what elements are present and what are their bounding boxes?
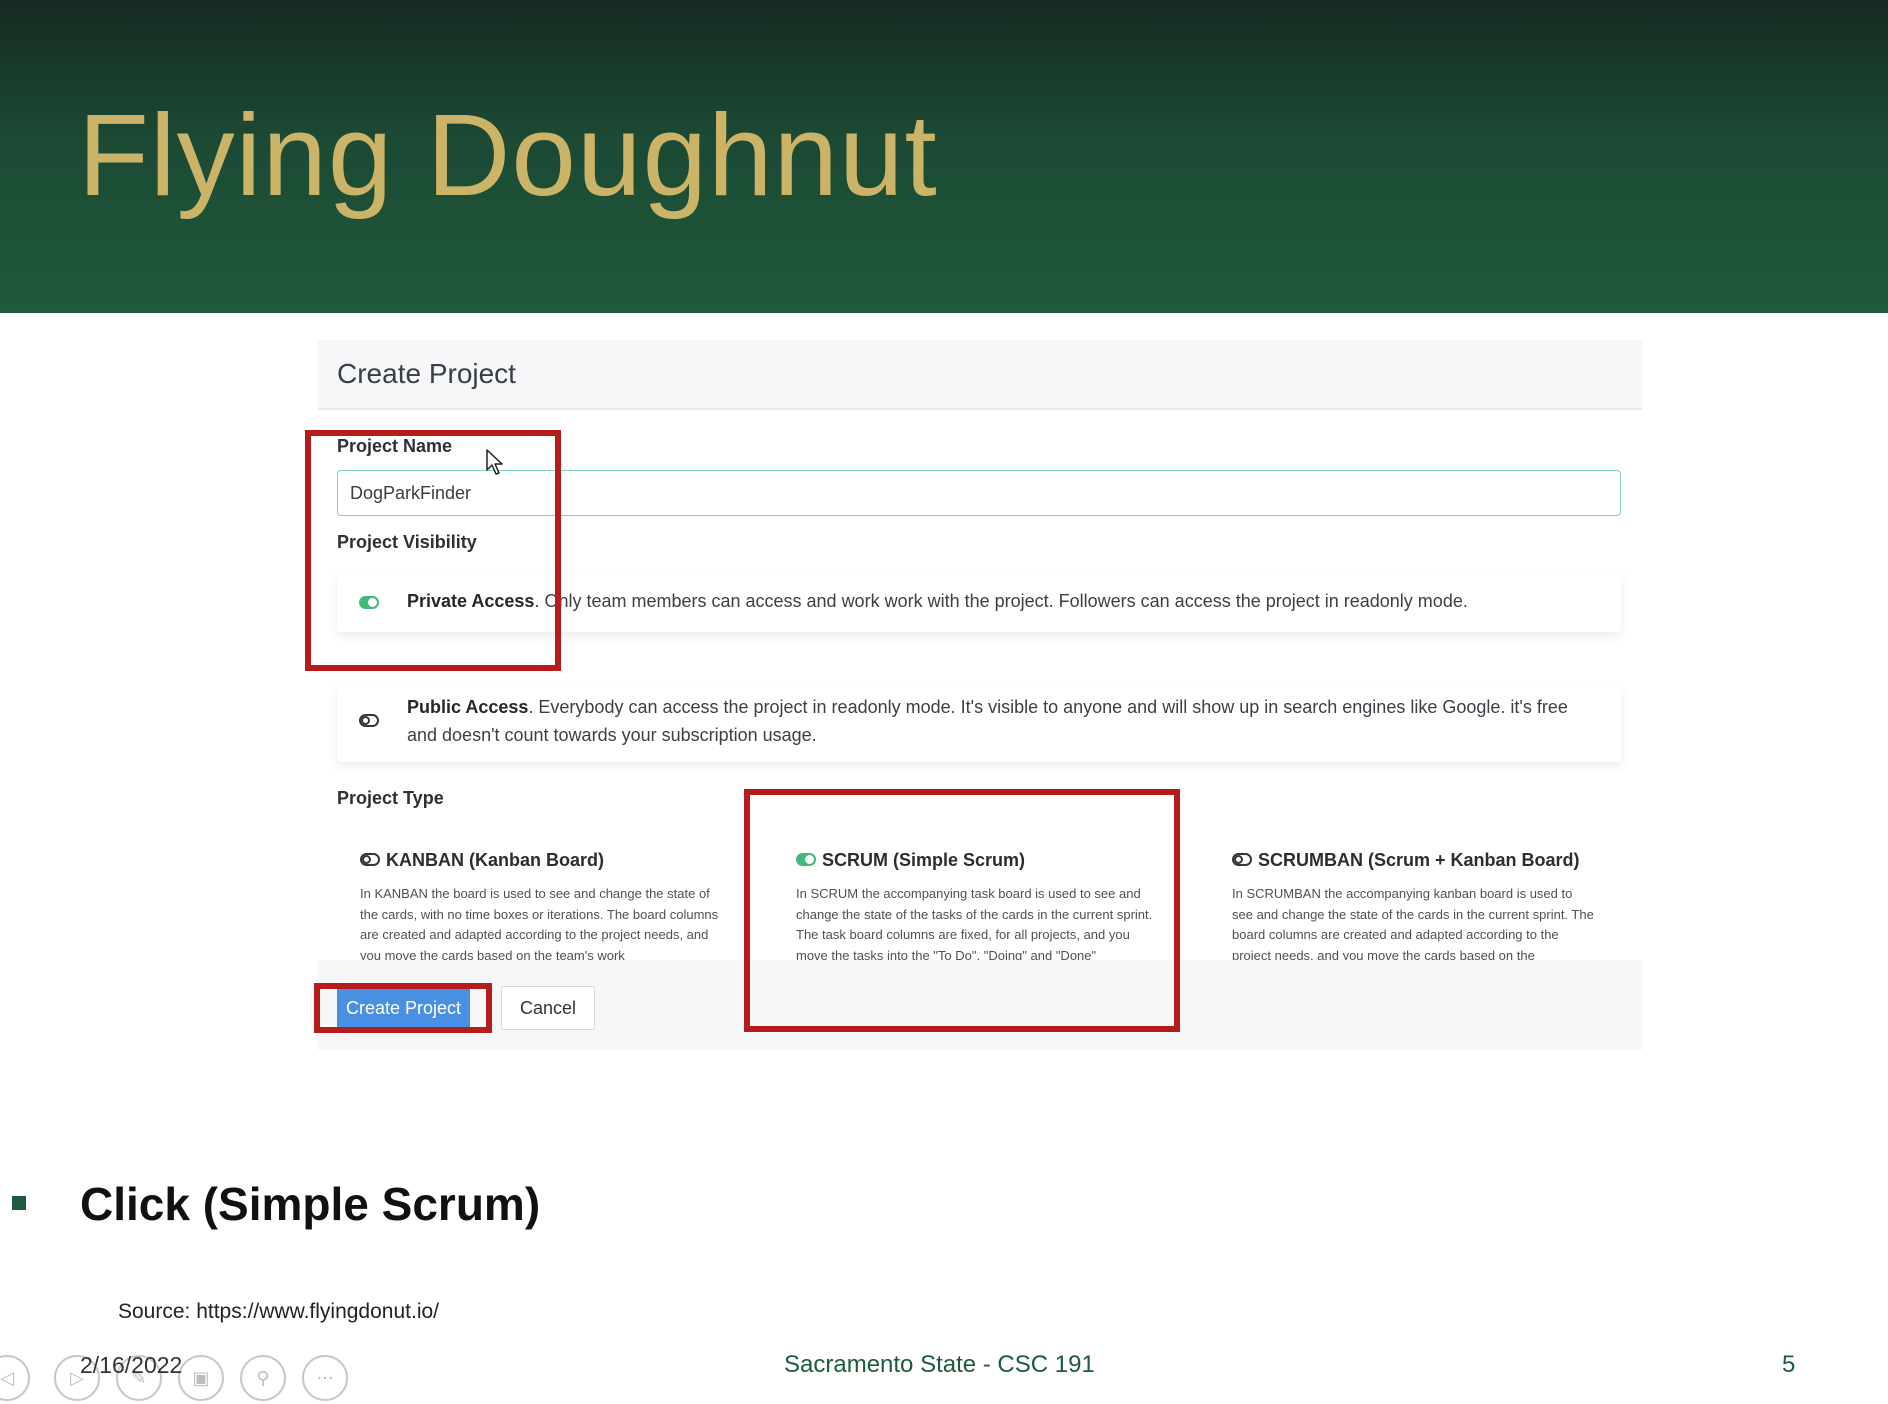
slides-icon[interactable]: ▣ bbox=[178, 1355, 224, 1401]
visibility-public-text: Public Access. Everybody can access the … bbox=[407, 693, 1597, 749]
type-scrumban-desc: In SCRUMBAN the accompanying kanban boar… bbox=[1232, 886, 1594, 963]
footer-date: 2/16/2022 bbox=[80, 1352, 183, 1378]
slide-header: Flying Doughnut bbox=[0, 0, 1888, 313]
project-type-label: Project Type bbox=[337, 788, 444, 808]
type-kanban-title-text: KANBAN (Kanban Board) bbox=[386, 850, 604, 870]
visibility-public-desc: . Everybody can access the project in re… bbox=[407, 697, 1568, 745]
highlight-scrum-box bbox=[744, 789, 1180, 1032]
previous-icon[interactable]: ◁ bbox=[0, 1355, 30, 1401]
visibility-private-text: Private Access. Only team members can ac… bbox=[407, 587, 1468, 615]
toggle-off-icon[interactable] bbox=[359, 714, 379, 727]
toggle-off-icon[interactable] bbox=[1232, 853, 1252, 866]
visibility-option-public[interactable]: Public Access. Everybody can access the … bbox=[337, 686, 1621, 762]
source-citation: Source: https://www.flyingdonut.io/ bbox=[118, 1300, 439, 1323]
slide-number: 5 bbox=[1782, 1351, 1796, 1378]
type-scrumban-title-text: SCRUMBAN (Scrum + Kanban Board) bbox=[1258, 850, 1580, 870]
type-kanban-desc: In KANBAN the board is used to see and c… bbox=[360, 886, 719, 963]
mouse-cursor-icon bbox=[486, 449, 503, 475]
panel-header: Create Project bbox=[318, 340, 1642, 410]
visibility-public-title: Public Access bbox=[407, 697, 529, 717]
more-icon[interactable]: ··· bbox=[302, 1355, 348, 1401]
slide-title: Flying Doughnut bbox=[78, 90, 938, 220]
highlight-create-button-box bbox=[314, 983, 492, 1033]
type-kanban-title: KANBAN (Kanban Board) bbox=[360, 850, 604, 871]
type-option-kanban[interactable]: KANBAN (Kanban Board) In KANBAN the boar… bbox=[360, 840, 740, 970]
visibility-private-desc: . Only team members can access and work … bbox=[534, 591, 1468, 611]
zoom-icon[interactable]: ⚲ bbox=[240, 1355, 286, 1401]
toggle-off-icon[interactable] bbox=[360, 853, 380, 866]
type-scrumban-title: SCRUMBAN (Scrum + Kanban Board) bbox=[1232, 850, 1580, 871]
bullet-marker bbox=[12, 1196, 26, 1210]
footer-course: Sacramento State - CSC 191 bbox=[784, 1351, 1095, 1378]
panel-title: Create Project bbox=[337, 358, 516, 389]
bullet-text: Click (Simple Scrum) bbox=[80, 1178, 541, 1230]
cancel-button[interactable]: Cancel bbox=[501, 986, 595, 1030]
type-option-scrumban[interactable]: SCRUMBAN (Scrum + Kanban Board) In SCRUM… bbox=[1232, 840, 1612, 970]
highlight-project-name-box bbox=[305, 430, 561, 671]
